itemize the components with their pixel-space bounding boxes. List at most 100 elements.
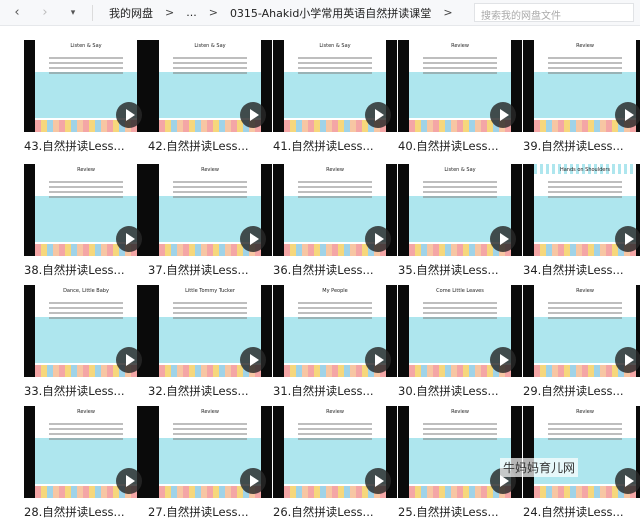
slide-title: Review [77,409,95,415]
play-icon[interactable] [615,226,640,252]
caret-down-icon[interactable]: ▾ [66,8,80,18]
slide-title: Review [576,288,594,294]
video-thumbnail[interactable]: Listen & Say [273,40,397,132]
breadcrumb-item-ellipsis[interactable]: ... [178,6,205,19]
file-item[interactable]: Review 29.自然拼读Less... [523,285,640,403]
file-name[interactable]: 40.自然拼读Less... [398,138,522,154]
file-item[interactable]: Listen & Say 41.自然拼读Less... [273,40,397,158]
file-name[interactable]: 36.自然拼读Less... [273,262,397,278]
video-thumbnail[interactable]: Listen & Say [148,40,272,132]
video-thumbnail[interactable]: Review [523,285,640,377]
file-item[interactable]: Dance, Little Baby 33.自然拼读Less... [24,285,148,403]
slide-title: Review [451,409,469,415]
file-item[interactable]: Listen & Say 35.自然拼读Less... [398,164,522,282]
file-name[interactable]: 24.自然拼读Less... [523,504,640,520]
file-name[interactable]: 41.自然拼读Less... [273,138,397,154]
video-thumbnail[interactable]: Review [523,406,640,498]
file-name[interactable]: 32.自然拼读Less... [148,383,272,399]
play-icon[interactable] [490,347,516,373]
play-icon[interactable] [240,102,266,128]
play-icon[interactable] [240,468,266,494]
play-icon[interactable] [615,102,640,128]
play-icon[interactable] [615,347,640,373]
slide-text-lines [423,178,497,201]
play-icon[interactable] [365,347,391,373]
play-icon[interactable] [365,226,391,252]
file-item[interactable]: My People 31.自然拼读Less... [273,285,397,403]
video-thumbnail[interactable]: Review [273,406,397,498]
forward-icon[interactable]: › [38,5,52,20]
video-thumbnail[interactable]: Review [398,406,522,498]
file-name[interactable]: 25.自然拼读Less... [398,504,522,520]
video-thumbnail[interactable]: Review [398,40,522,132]
slide-text-lines [49,54,123,77]
file-name[interactable]: 42.自然拼读Less... [148,138,272,154]
play-icon[interactable] [615,468,640,494]
play-icon[interactable] [116,468,142,494]
breadcrumb-separator: > [208,6,218,19]
video-thumbnail[interactable]: Review [273,164,397,256]
file-item[interactable]: Little Tommy Tucker 32.自然拼读Less... [148,285,272,403]
video-thumbnail[interactable]: My People [273,285,397,377]
play-icon[interactable] [365,102,391,128]
play-icon[interactable] [365,468,391,494]
video-thumbnail[interactable]: Review [24,406,148,498]
slide-text-lines [49,420,123,443]
file-name[interactable]: 26.自然拼读Less... [273,504,397,520]
video-thumbnail[interactable]: Review [523,40,640,132]
video-thumbnail[interactable]: Listen & Say [398,164,522,256]
file-item[interactable]: Listen & Say 43.自然拼读Less... [24,40,148,158]
file-item[interactable]: Review 28.自然拼读Less... [24,406,148,524]
file-name[interactable]: 30.自然拼读Less... [398,383,522,399]
slide-text-lines [298,178,372,201]
file-item[interactable]: Come Little Leaves 30.自然拼读Less... [398,285,522,403]
play-icon[interactable] [490,226,516,252]
video-thumbnail[interactable]: Hands on Shoulders [523,164,640,256]
file-name[interactable]: 28.自然拼读Less... [24,504,148,520]
video-thumbnail[interactable]: Come Little Leaves [398,285,522,377]
play-icon[interactable] [240,347,266,373]
slide-title: Hands on Shoulders [559,167,611,173]
file-item[interactable]: Listen & Say 42.自然拼读Less... [148,40,272,158]
search-input[interactable]: 搜索我的网盘文件 [474,3,634,22]
file-item[interactable]: Hands on Shoulders 34.自然拼读Less... [523,164,640,282]
file-item[interactable]: Review 37.自然拼读Less... [148,164,272,282]
file-name[interactable]: 38.自然拼读Less... [24,262,148,278]
slide-title: My People [322,288,348,294]
file-item[interactable]: Review 36.自然拼读Less... [273,164,397,282]
file-name[interactable]: 33.自然拼读Less... [24,383,148,399]
letterbox-bar [148,285,159,377]
file-name[interactable]: 34.自然拼读Less... [523,262,640,278]
file-item[interactable]: Review 26.自然拼读Less... [273,406,397,524]
file-item[interactable]: Review 40.自然拼读Less... [398,40,522,158]
file-name[interactable]: 37.自然拼读Less... [148,262,272,278]
file-name[interactable]: 35.自然拼读Less... [398,262,522,278]
file-name[interactable]: 43.自然拼读Less... [24,138,148,154]
slide-text-lines [423,54,497,77]
file-name[interactable]: 31.自然拼读Less... [273,383,397,399]
video-thumbnail[interactable]: Dance, Little Baby [24,285,148,377]
play-icon[interactable] [116,226,142,252]
video-thumbnail[interactable]: Listen & Say [24,40,148,132]
file-item[interactable]: Review 39.自然拼读Less... [523,40,640,158]
letterbox-bar [523,285,534,377]
play-icon[interactable] [490,102,516,128]
video-thumbnail[interactable]: Review [148,406,272,498]
play-icon[interactable] [116,347,142,373]
file-name[interactable]: 27.自然拼读Less... [148,504,272,520]
breadcrumb-item-current[interactable]: 0315-Ahakid小学常用英语自然拼读课堂 [222,5,439,21]
play-icon[interactable] [116,102,142,128]
play-icon[interactable] [240,226,266,252]
video-thumbnail[interactable]: Review [148,164,272,256]
file-item[interactable]: Review 38.自然拼读Less... [24,164,148,282]
file-name[interactable]: 39.自然拼读Less... [523,138,640,154]
video-thumbnail[interactable]: Little Tommy Tucker [148,285,272,377]
file-item[interactable]: Review 27.自然拼读Less... [148,406,272,524]
breadcrumb-item-root[interactable]: 我的网盘 [101,5,161,21]
letterbox-bar [398,40,409,132]
back-icon[interactable]: ‹ [10,5,24,20]
breadcrumb: 我的网盘 > ... > 0315-Ahakid小学常用英语自然拼读课堂 > [101,0,457,26]
video-thumbnail[interactable]: Review [24,164,148,256]
breadcrumb-separator: > [165,6,175,19]
file-name[interactable]: 29.自然拼读Less... [523,383,640,399]
